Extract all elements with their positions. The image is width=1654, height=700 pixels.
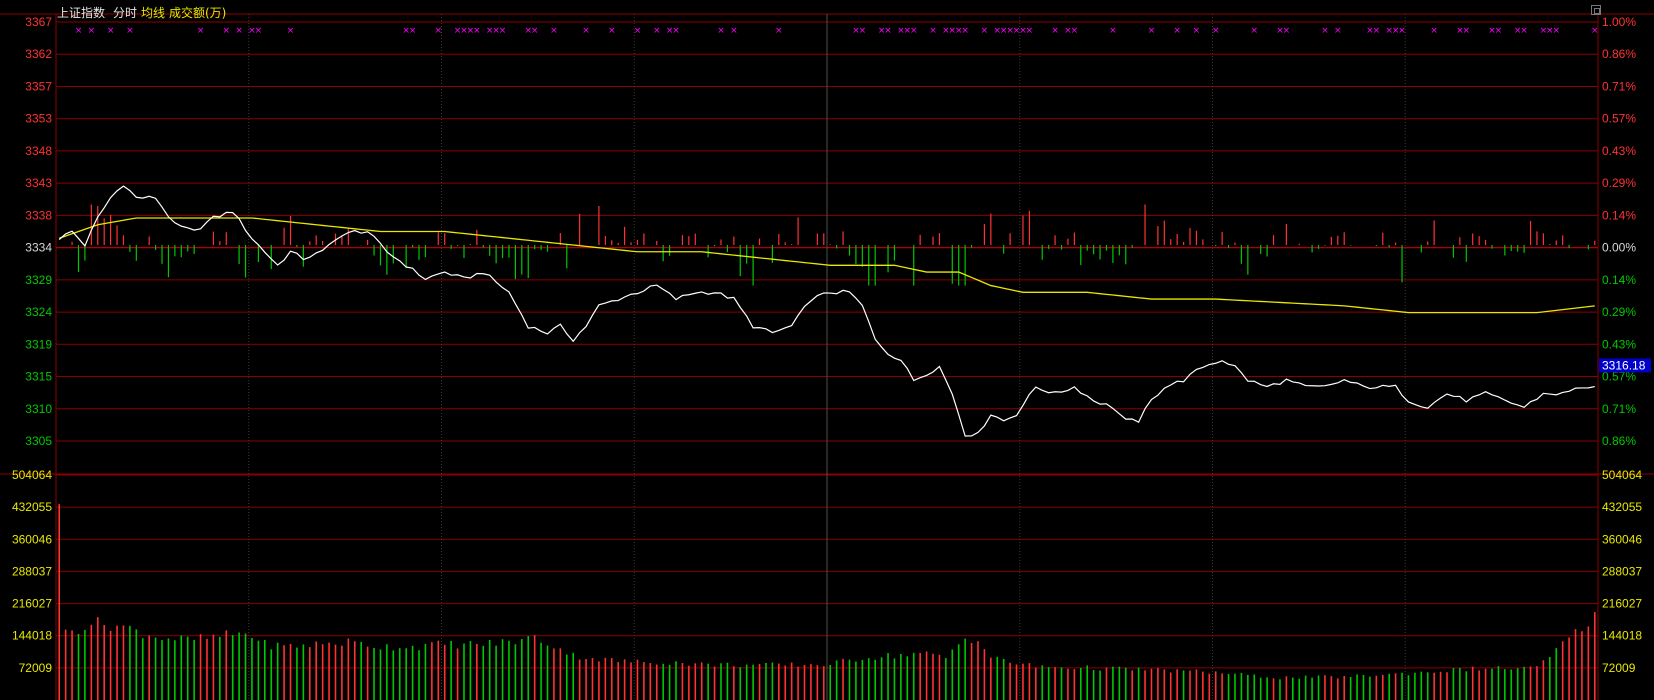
event-marker: × bbox=[235, 26, 243, 36]
event-marker: × bbox=[884, 26, 892, 36]
event-marker: × bbox=[75, 26, 83, 36]
volume-tick-label-right: 432055 bbox=[1602, 500, 1642, 514]
event-marker: × bbox=[1173, 26, 1181, 36]
index-title: 上证指数 bbox=[57, 6, 106, 20]
event-marker: × bbox=[1250, 26, 1258, 36]
y-tick-label-right: 0.43% bbox=[1602, 337, 1636, 351]
event-marker: × bbox=[287, 26, 295, 36]
y-tick-label-left: 3315 bbox=[25, 370, 52, 384]
event-marker: × bbox=[1283, 26, 1291, 36]
event-marker: × bbox=[1430, 26, 1438, 36]
event-marker: × bbox=[1463, 26, 1471, 36]
event-marker: × bbox=[107, 26, 115, 36]
event-marker: × bbox=[608, 26, 616, 36]
event-marker: × bbox=[672, 26, 680, 36]
tab-time-share[interactable]: 分时 bbox=[113, 4, 137, 21]
event-marker: × bbox=[1373, 26, 1381, 36]
event-marker: × bbox=[1591, 26, 1599, 36]
event-marker: × bbox=[1552, 26, 1560, 36]
volume-tick-label-left: 504064 bbox=[12, 468, 52, 482]
y-tick-label-right: 1.00% bbox=[1602, 15, 1636, 29]
intraday-chart: 3367 1.00% 3362 0.86% 3357 0.71% 3353 0.57% 3348… bbox=[0, 13, 1654, 700]
event-marker: × bbox=[88, 26, 96, 36]
y-tick-label-left: 3329 bbox=[25, 273, 52, 287]
event-marker: × bbox=[1051, 26, 1059, 36]
event-marker: × bbox=[961, 26, 969, 36]
event-marker: × bbox=[473, 26, 481, 36]
event-marker: × bbox=[1193, 26, 1201, 36]
y-tick-label-right: 0.86% bbox=[1602, 434, 1636, 448]
event-marker: × bbox=[1334, 26, 1342, 36]
event-marker: × bbox=[255, 26, 263, 36]
y-tick-label-left: 3310 bbox=[25, 402, 52, 416]
volume-tick-label-left: 72009 bbox=[19, 661, 53, 675]
event-marker: × bbox=[981, 26, 989, 36]
y-tick-label-left: 3319 bbox=[25, 337, 52, 351]
price-tag-label: 3316.18 bbox=[1602, 358, 1646, 372]
event-marker: × bbox=[634, 26, 642, 36]
event-marker: × bbox=[197, 26, 205, 36]
y-tick-label-left: 3334 bbox=[25, 241, 52, 255]
event-marker: × bbox=[1212, 26, 1220, 36]
volume-tick-label-left: 216027 bbox=[12, 597, 52, 611]
event-marker: × bbox=[531, 26, 539, 36]
event-marker: × bbox=[1520, 26, 1528, 36]
event-marker: × bbox=[550, 26, 558, 36]
y-tick-label-left: 3367 bbox=[25, 15, 52, 29]
y-tick-label-right: 0.29% bbox=[1602, 176, 1636, 190]
y-tick-label-right: 0.57% bbox=[1602, 112, 1636, 126]
event-marker: × bbox=[1148, 26, 1156, 36]
volume-tick-label-left: 432055 bbox=[12, 500, 52, 514]
volume-tick-label-right: 144018 bbox=[1602, 629, 1642, 643]
y-tick-label-right: 0.86% bbox=[1602, 47, 1636, 61]
event-marker: × bbox=[1026, 26, 1034, 36]
y-tick-label-right: 0.29% bbox=[1602, 305, 1636, 319]
event-marker: × bbox=[910, 26, 918, 36]
event-marker: × bbox=[1398, 26, 1406, 36]
y-tick-label-left: 3362 bbox=[25, 47, 52, 61]
event-marker: × bbox=[717, 26, 725, 36]
volume-tick-label-left: 288037 bbox=[12, 564, 52, 578]
y-tick-label-left: 3348 bbox=[25, 144, 52, 158]
y-tick-label-left: 3353 bbox=[25, 112, 52, 126]
maximize-button[interactable] bbox=[1591, 5, 1601, 15]
event-marker: × bbox=[435, 26, 443, 36]
y-tick-label-right: 0.14% bbox=[1602, 273, 1636, 287]
volume-tick-label-right: 288037 bbox=[1602, 564, 1642, 578]
y-tick-label-left: 3357 bbox=[25, 79, 52, 93]
event-marker: × bbox=[582, 26, 590, 36]
event-marker: × bbox=[653, 26, 661, 36]
volume-tick-label-right: 72009 bbox=[1602, 661, 1636, 675]
y-tick-label-right: 0.71% bbox=[1602, 402, 1636, 416]
event-marker: × bbox=[222, 26, 230, 36]
y-tick-label-right: 0.14% bbox=[1602, 208, 1636, 222]
y-tick-label-left: 3305 bbox=[25, 434, 52, 448]
y-tick-label-left: 3343 bbox=[25, 176, 52, 190]
volume-tick-label-left: 360046 bbox=[12, 532, 52, 546]
y-tick-label-right: 0.00% bbox=[1602, 241, 1636, 255]
event-marker: × bbox=[929, 26, 937, 36]
current-price-tag: 3316.18 bbox=[1599, 358, 1651, 373]
event-marker: × bbox=[730, 26, 738, 36]
volume-tick-label-left: 144018 bbox=[12, 629, 52, 643]
event-marker: × bbox=[126, 26, 134, 36]
event-marker: × bbox=[409, 26, 417, 36]
event-marker: × bbox=[1321, 26, 1329, 36]
event-marker: × bbox=[859, 26, 867, 36]
event-marker: × bbox=[775, 26, 783, 36]
event-marker: × bbox=[1495, 26, 1503, 36]
volume-legend: 成交额(万) bbox=[169, 6, 227, 20]
event-marker: × bbox=[1071, 26, 1079, 36]
volume-tick-label-right: 216027 bbox=[1602, 597, 1642, 611]
event-marker: × bbox=[499, 26, 507, 36]
y-tick-label-right: 0.71% bbox=[1602, 79, 1636, 93]
volume-tick-label-right: 360046 bbox=[1602, 532, 1642, 546]
avg-line-legend: 均线 bbox=[141, 6, 166, 20]
y-tick-label-left: 3338 bbox=[25, 208, 52, 222]
y-tick-label-right: 0.43% bbox=[1602, 144, 1636, 158]
y-tick-label-left: 3324 bbox=[25, 305, 52, 319]
volume-tick-label-right: 504064 bbox=[1602, 468, 1642, 482]
event-marker: × bbox=[1109, 26, 1117, 36]
